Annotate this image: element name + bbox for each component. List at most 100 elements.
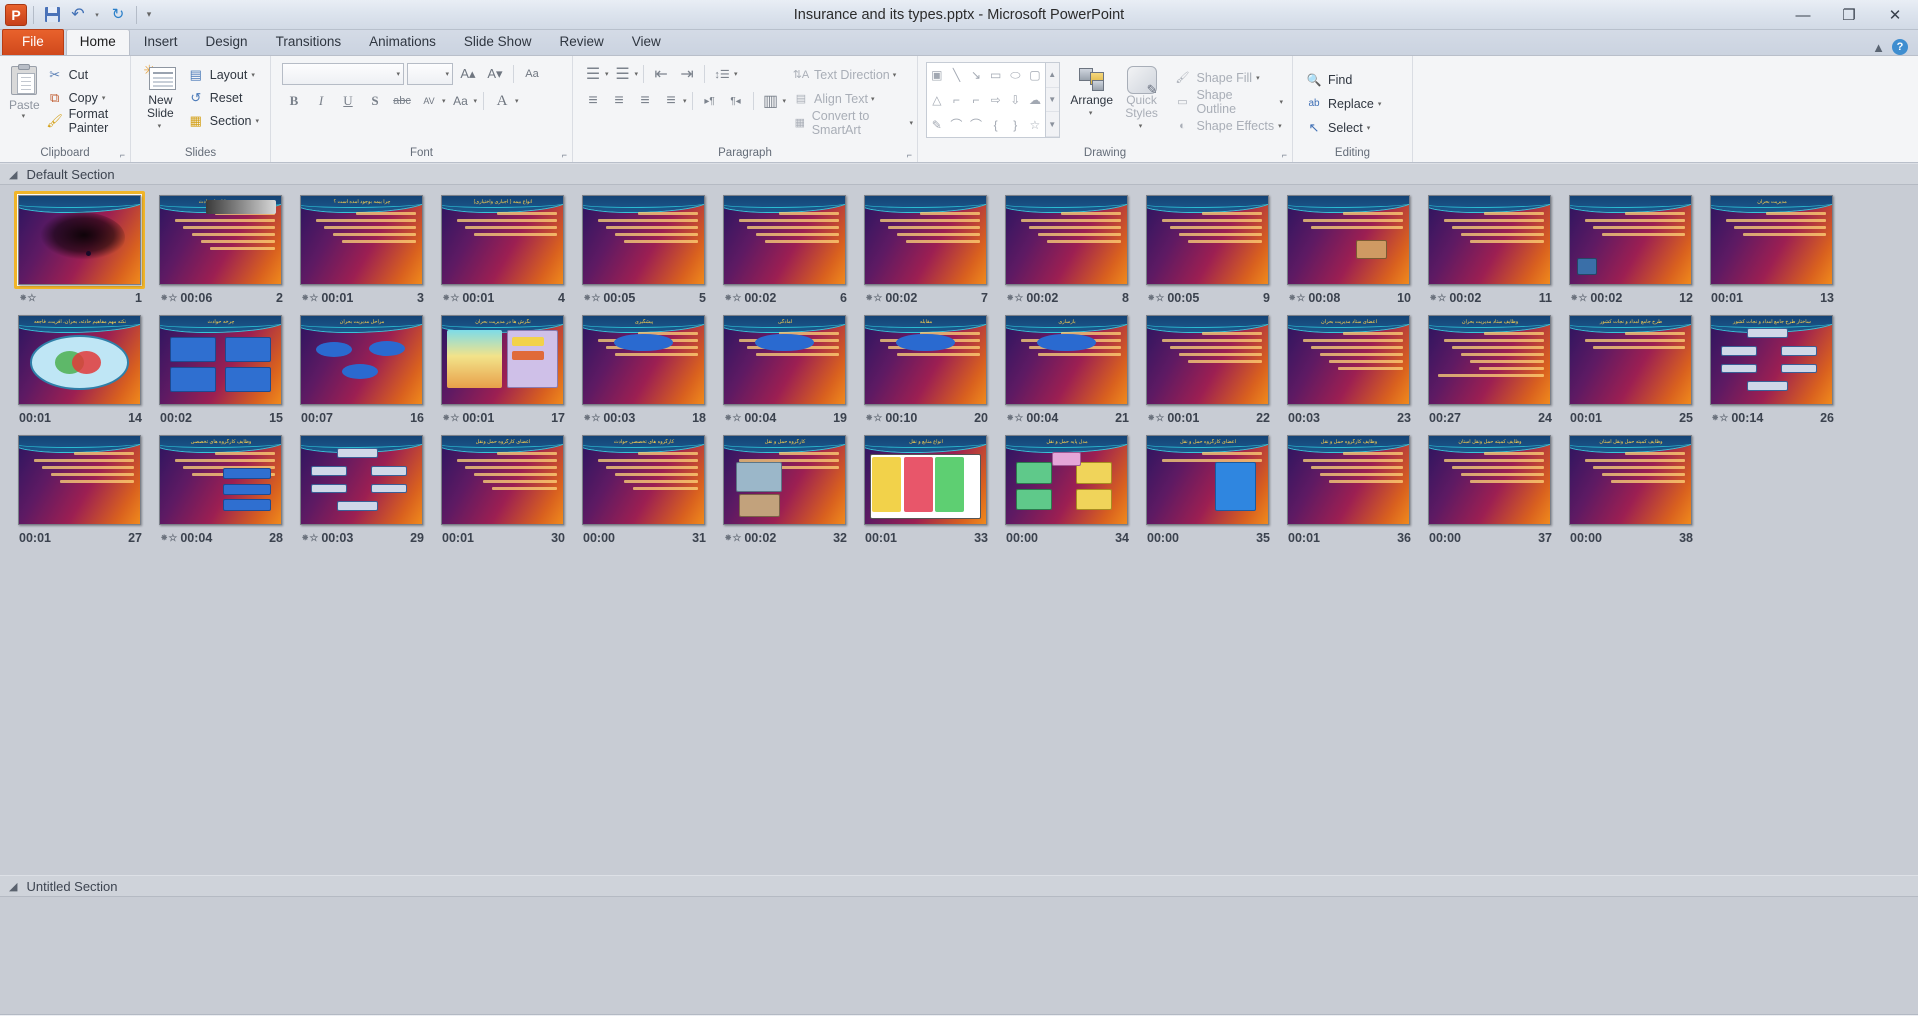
transition-star-icon[interactable]: ⁕☆ — [1570, 293, 1587, 304]
slide-thumbnail[interactable]: نگرش ها در مدیریت بحران — [437, 311, 568, 409]
slide-cell[interactable]: اعضای کارگروه حمل ونقل 00:01 30 — [432, 431, 573, 547]
restore-button[interactable]: ❐ — [1826, 0, 1872, 30]
tab-view[interactable]: View — [618, 29, 675, 55]
slide-cell[interactable]: چرخه حوادث 00:02 15 — [150, 311, 291, 427]
paragraph-dialog-launcher[interactable]: ⌐ — [907, 147, 912, 164]
shapes-gallery[interactable]: ▣ ╲ ↘ ▭ ⬭ ▢ △ ⌐ ⌐ ⇨ ⇩ ☁ ✎ ⌒ ⌒ { } ☆ — [926, 62, 1046, 138]
slide-thumbnail[interactable]: کارگروه حمل و نقل — [719, 431, 850, 529]
slide-cell[interactable]: مراحل مدیریت بحران 00:07 16 — [291, 311, 432, 427]
slide-thumbnail[interactable]: وظایف ستاد مدیریت بحران — [1424, 311, 1555, 409]
slide-thumbnail[interactable] — [1565, 191, 1696, 289]
slide-thumbnail[interactable]: پیشگیری — [578, 311, 709, 409]
font-size-combo[interactable]: ▾ — [407, 63, 453, 85]
font-color-button[interactable]: A — [490, 90, 514, 112]
tab-slide-show[interactable]: Slide Show — [450, 29, 546, 55]
shape-curve-icon[interactable]: ⌒ — [950, 119, 962, 131]
chevron-down-icon[interactable]: ▾ — [515, 97, 519, 105]
shape-line-icon[interactable]: ╲ — [953, 69, 960, 81]
align-right-button[interactable]: ≡ — [633, 90, 657, 112]
chevron-down-icon[interactable]: ▾ — [442, 97, 446, 105]
shape-triangle-icon[interactable]: △ — [932, 94, 941, 106]
chevron-down-icon[interactable]: ▾ — [474, 97, 478, 105]
slide-thumbnail[interactable]: طرح جامع امداد و نجات کشور — [1565, 311, 1696, 409]
columns-button[interactable]: ▥ — [759, 90, 783, 112]
transition-star-icon[interactable]: ⁕☆ — [724, 533, 741, 544]
tab-animations[interactable]: Animations — [355, 29, 450, 55]
reset-button[interactable]: ↺ Reset — [185, 87, 265, 108]
justify-button[interactable]: ≡ — [659, 90, 683, 112]
slide-cell[interactable]: ⁕☆ 1 — [9, 191, 150, 307]
select-button[interactable]: ↖ Select ▾ — [1303, 117, 1387, 138]
shape-freeform-icon[interactable]: ✎ — [932, 119, 942, 131]
shape-fill-button[interactable]: 🖌 Shape Fill ▾ — [1171, 67, 1288, 88]
replace-button[interactable]: ab Replace ▾ — [1303, 93, 1387, 114]
help-icon[interactable]: ? — [1892, 39, 1908, 55]
slide-cell[interactable]: بازسازی ⁕☆ 00:04 21 — [996, 311, 1137, 427]
slide-thumbnail[interactable] — [1142, 191, 1273, 289]
slide-thumbnail[interactable]: اعضای کارگروه حمل ونقل — [437, 431, 568, 529]
slide-thumbnail[interactable]: چرخه حوادث — [155, 311, 286, 409]
slide-cell[interactable]: وظایف کارگروه های تخصصی ⁕☆ 00:04 28 — [150, 431, 291, 547]
cut-button[interactable]: ✂ Cut — [44, 64, 125, 85]
collapse-icon[interactable]: ◢ — [9, 880, 17, 893]
slide-cell[interactable]: آمادگی ⁕☆ 00:04 19 — [714, 311, 855, 427]
transition-star-icon[interactable]: ⁕☆ — [160, 533, 177, 544]
transition-star-icon[interactable]: ⁕☆ — [1288, 293, 1305, 304]
new-slide-button[interactable]: ✳ New Slide ▾ — [136, 60, 185, 133]
chevron-down-icon[interactable]: ▾ — [734, 70, 738, 78]
character-spacing-button[interactable]: AV — [417, 90, 441, 112]
section-button[interactable]: ▦ Section ▾ — [185, 110, 265, 131]
align-left-button[interactable]: ≡ — [581, 90, 605, 112]
transition-star-icon[interactable]: ⁕☆ — [1006, 293, 1023, 304]
slide-thumbnail[interactable] — [719, 191, 850, 289]
transition-star-icon[interactable]: ⁕☆ — [1429, 293, 1446, 304]
chevron-down-icon[interactable]: ▾ — [605, 70, 609, 78]
slide-cell[interactable]: نگرش ها در مدیریت بحران ⁕☆ 00:01 17 — [432, 311, 573, 427]
slide-cell[interactable]: ساختار طرح جامع امداد و نجات کشور ⁕☆ 00:14… — [1701, 311, 1842, 427]
transition-star-icon[interactable]: ⁕☆ — [1711, 413, 1728, 424]
slide-cell[interactable]: کارگروه حمل و نقل ⁕☆ 00:02 32 — [714, 431, 855, 547]
slide-cell[interactable]: اعضای کارگروه حمل و نقل 00:00 35 — [1137, 431, 1278, 547]
section-header-default[interactable]: ◢ Default Section — [0, 163, 1918, 185]
increase-font-size-button[interactable]: A▴ — [456, 63, 480, 85]
undo-dropdown-button[interactable]: ▾ — [92, 4, 104, 26]
scroll-up-icon[interactable]: ▲ — [1045, 63, 1059, 88]
transition-star-icon[interactable]: ⁕☆ — [1006, 413, 1023, 424]
arrange-button[interactable]: Arrange ▾ — [1067, 62, 1117, 120]
transition-star-icon[interactable]: ⁕☆ — [442, 413, 459, 424]
tab-file[interactable]: File — [2, 29, 64, 55]
transition-star-icon[interactable]: ⁕☆ — [301, 533, 318, 544]
align-text-button[interactable]: ▤ Align Text ▾ — [791, 88, 917, 109]
save-button[interactable] — [40, 4, 64, 26]
shapes-gallery-scrollbar[interactable]: ▲ ▼ ▼ — [1045, 62, 1060, 138]
shape-effects-button[interactable]: ◐ Shape Effects ▾ — [1171, 115, 1288, 136]
drawing-dialog-launcher[interactable]: ⌐ — [1282, 147, 1287, 164]
shape-rounded-rect-icon[interactable]: ▢ — [1029, 69, 1040, 81]
slide-thumbnail[interactable] — [296, 431, 427, 529]
tab-home[interactable]: Home — [65, 29, 130, 55]
shape-outline-button[interactable]: ▭ Shape Outline ▾ — [1171, 88, 1288, 116]
shape-elbow-arrow-icon[interactable]: ⌐ — [973, 94, 980, 106]
collapse-icon[interactable]: ◢ — [9, 168, 17, 181]
shape-left-brace-icon[interactable]: { — [994, 119, 998, 131]
shape-arc-icon[interactable]: ⌒ — [970, 119, 982, 131]
tab-review[interactable]: Review — [545, 29, 617, 55]
shape-rectangle-icon[interactable]: ▭ — [990, 69, 1001, 81]
quick-styles-button[interactable]: Quick Styles ▾ — [1117, 62, 1167, 133]
font-dialog-launcher[interactable]: ⌐ — [562, 147, 567, 164]
slide-cell[interactable]: چرا بیمه بوجود آمده است ؟ ⁕☆ 00:01 3 — [291, 191, 432, 307]
tab-design[interactable]: Design — [192, 29, 262, 55]
bullets-button[interactable]: ☰ — [581, 63, 605, 85]
slide-thumbnail[interactable]: انواع بیمه ( اجباری واختیاری) — [437, 191, 568, 289]
slide-cell[interactable]: وظایف کمیته حمل ونقل استان 00:00 38 — [1560, 431, 1701, 547]
increase-indent-button[interactable]: ⇥ — [675, 63, 699, 85]
customize-quick-access-button[interactable]: ▾ — [143, 4, 157, 26]
slide-cell[interactable]: وظایف کارگروه حمل و نقل 00:01 36 — [1278, 431, 1419, 547]
slide-thumbnail[interactable]: مدیریت بحران — [1706, 191, 1837, 289]
slide-thumbnail[interactable]: بازسازی — [1001, 311, 1132, 409]
shapes-more-icon[interactable]: ▼ — [1045, 112, 1059, 138]
slide-cell[interactable]: مقابله ⁕☆ 00:10 20 — [855, 311, 996, 427]
tab-insert[interactable]: Insert — [130, 29, 192, 55]
slide-cell[interactable]: 00:01 27 — [9, 431, 150, 547]
shape-textbox-icon[interactable]: ▣ — [931, 69, 942, 81]
